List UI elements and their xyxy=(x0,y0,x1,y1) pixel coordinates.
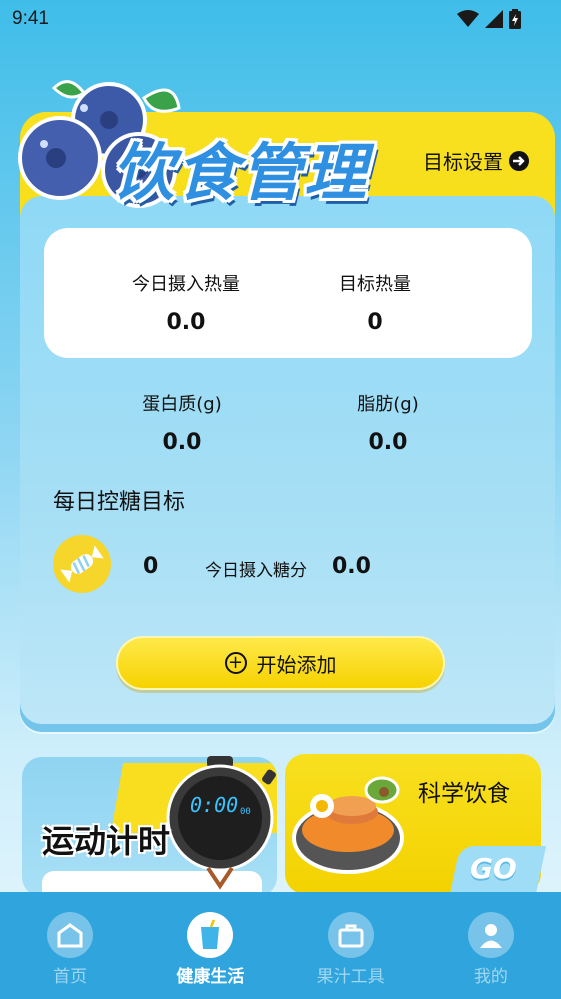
nav-home[interactable]: 首页 xyxy=(0,892,140,999)
bottom-nav: 首页 健康生活 果汁工具 我的 xyxy=(0,892,561,999)
today-calories-value: 0.0 xyxy=(166,310,206,335)
protein-stat: 蛋白质(g) 0.0 xyxy=(102,390,262,455)
nav-home-label: 首页 xyxy=(53,967,88,987)
target-calories: 目标热量 0 xyxy=(295,270,455,335)
target-calories-value: 0 xyxy=(367,310,383,335)
user-icon xyxy=(467,912,514,958)
drink-icon xyxy=(187,912,234,958)
status-icons xyxy=(457,9,521,29)
protein-label: 蛋白质(g) xyxy=(142,394,222,415)
arrow-right-icon xyxy=(509,150,529,171)
exercise-timer-title: 运动计时 xyxy=(42,822,171,860)
sugar-today-label: 今日摄入糖分 xyxy=(205,561,307,581)
sugar-goal-value: 0 xyxy=(143,554,159,579)
nav-juice-tools-label: 果汁工具 xyxy=(316,967,385,987)
fat-value: 0.0 xyxy=(368,430,408,455)
battery-icon xyxy=(509,9,521,29)
toolbox-icon xyxy=(327,912,374,958)
wifi-icon xyxy=(457,10,479,27)
page-title: 饮食管理 xyxy=(112,136,369,209)
nav-juice-tools[interactable]: 果汁工具 xyxy=(281,892,421,999)
start-add-button[interactable]: + 开始添加 xyxy=(116,636,445,690)
stopwatch-ms: 00 xyxy=(240,807,251,817)
go-button[interactable]: GO xyxy=(470,852,517,885)
nav-mine[interactable]: 我的 xyxy=(421,892,561,999)
food-bowl-icon xyxy=(292,776,404,874)
today-calories-label: 今日摄入热量 xyxy=(132,274,240,295)
nav-mine-label: 我的 xyxy=(473,967,508,987)
plus-circle-icon: + xyxy=(224,652,247,674)
status-bar: 9:41 xyxy=(0,0,561,40)
target-setting-button[interactable]: 目标设置 xyxy=(423,146,529,175)
fat-stat: 脂肪(g) 0.0 xyxy=(308,390,468,455)
fat-label: 脂肪(g) xyxy=(357,394,419,415)
sugar-goal-title: 每日控糖目标 xyxy=(53,490,186,515)
stopwatch-display: 0:00 xyxy=(190,793,238,817)
start-add-label: 开始添加 xyxy=(256,652,337,677)
calorie-summary: 今日摄入热量 0.0 目标热量 0 xyxy=(44,228,532,358)
signal-icon xyxy=(485,10,503,28)
candy-icon xyxy=(53,535,111,593)
target-setting-label: 目标设置 xyxy=(423,150,503,174)
nav-health-life[interactable]: 健康生活 xyxy=(140,892,280,999)
sugar-today-value: 0.0 xyxy=(332,554,371,579)
nav-health-life-label: 健康生活 xyxy=(176,967,245,987)
target-calories-label: 目标热量 xyxy=(339,274,411,295)
status-time: 9:41 xyxy=(12,8,49,29)
today-calories: 今日摄入热量 0.0 xyxy=(106,270,266,335)
home-icon xyxy=(47,912,94,958)
stopwatch-icon: 0:00 00 xyxy=(166,756,276,890)
science-diet-title: 科学饮食 xyxy=(418,781,510,807)
protein-value: 0.0 xyxy=(162,430,202,455)
